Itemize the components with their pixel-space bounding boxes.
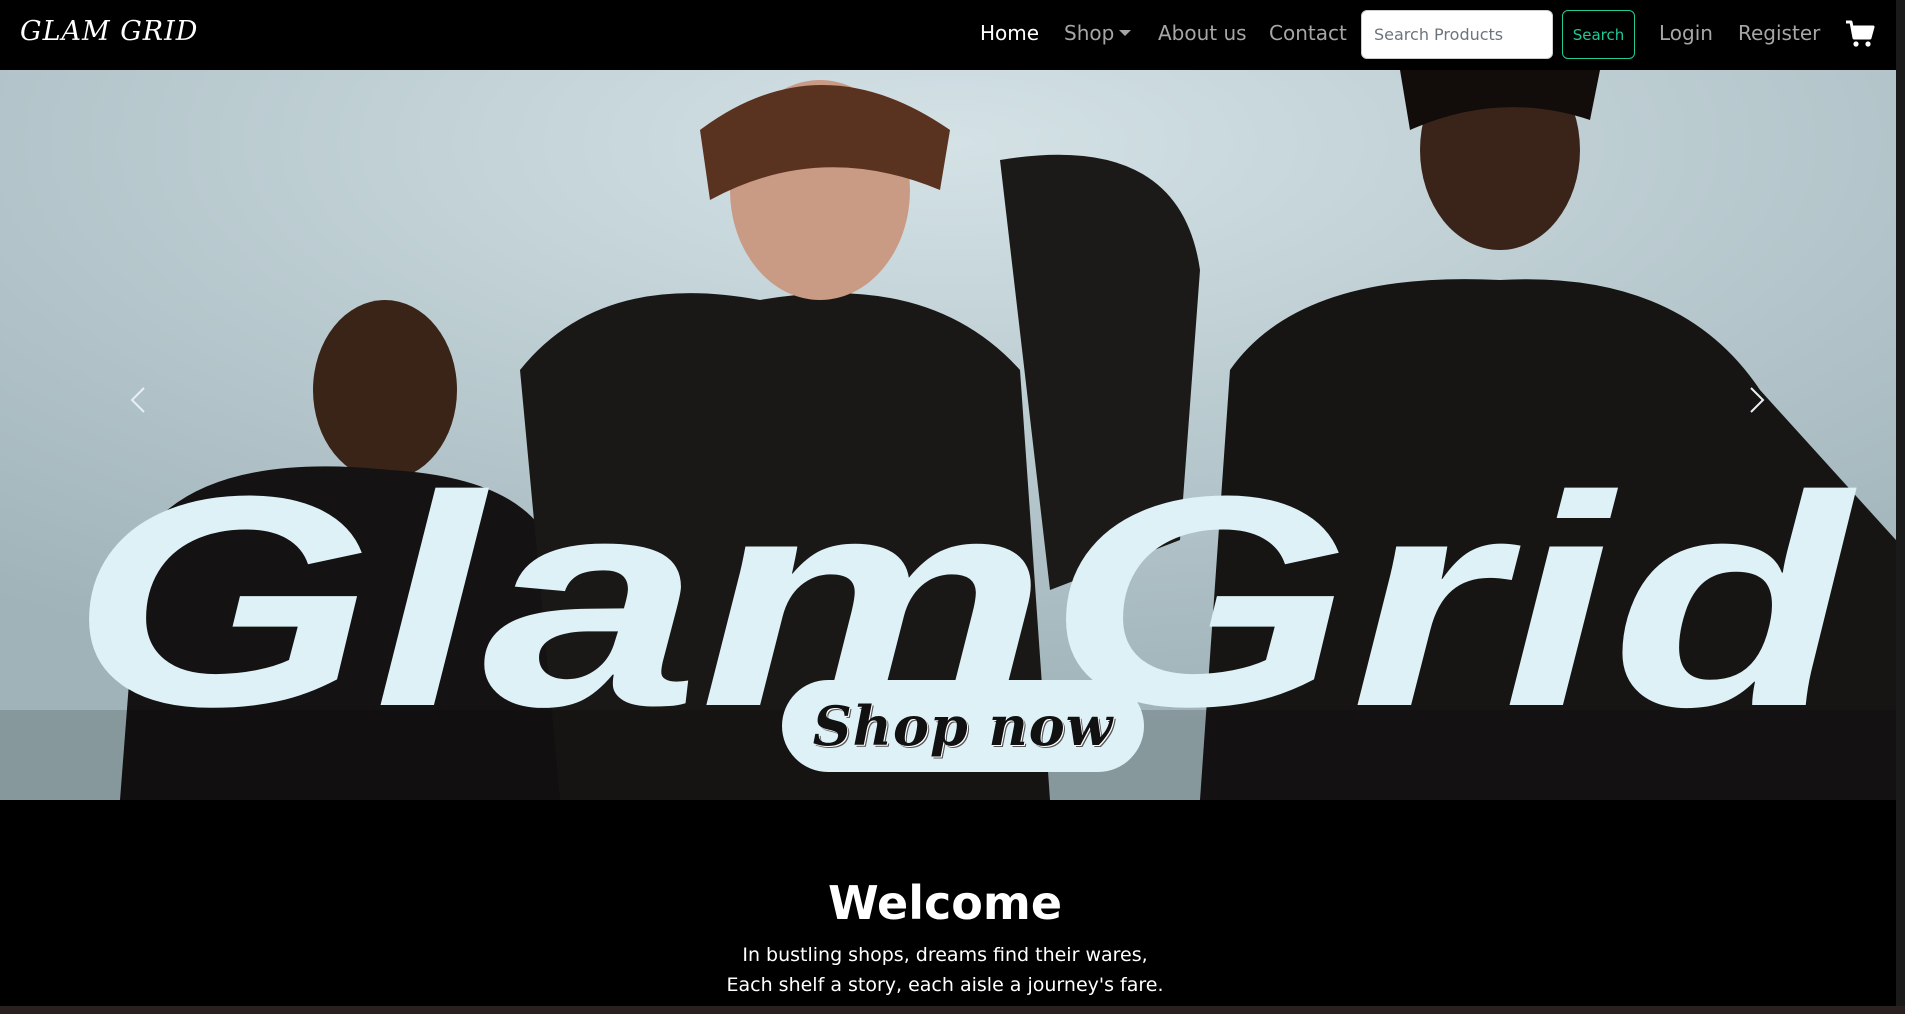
nav-contact[interactable]: Contact: [1269, 21, 1347, 45]
nav-shop-dropdown[interactable]: Shop: [1064, 21, 1132, 45]
page-bottom-edge: [0, 1006, 1905, 1014]
shop-now-button[interactable]: Shop now: [782, 680, 1144, 772]
welcome-line-1: In bustling shops, dreams find their war…: [742, 944, 1148, 966]
welcome-section: Welcome In bustling shops, dreams find t…: [0, 800, 1905, 1014]
welcome-line-2: Each shelf a story, each aisle a journey…: [726, 974, 1164, 996]
nav-login[interactable]: Login: [1659, 21, 1713, 45]
carousel-prev-button[interactable]: [118, 370, 158, 430]
brand-logo[interactable]: GLAM GRID: [20, 16, 198, 47]
caret-down-icon: [1119, 30, 1132, 36]
nav-shop-label: Shop: [1064, 21, 1115, 45]
nav-register[interactable]: Register: [1738, 21, 1820, 45]
hero-carousel: GlamGrid Shop now: [0, 70, 1905, 800]
scrollbar[interactable]: [1896, 0, 1905, 1014]
cart-button[interactable]: [1845, 19, 1875, 49]
welcome-title: Welcome: [827, 876, 1063, 930]
nav-about[interactable]: About us: [1158, 21, 1247, 45]
carousel-next-button[interactable]: [1737, 370, 1777, 430]
navbar: GLAM GRID Home Shop About us Contact Sea…: [0, 0, 1905, 70]
nav-home[interactable]: Home: [980, 21, 1039, 45]
chevron-right-icon: [1750, 387, 1765, 413]
chevron-left-icon: [130, 387, 145, 413]
cart-icon: [1846, 20, 1875, 47]
search-input[interactable]: [1361, 10, 1553, 59]
search-button[interactable]: Search: [1562, 10, 1635, 59]
